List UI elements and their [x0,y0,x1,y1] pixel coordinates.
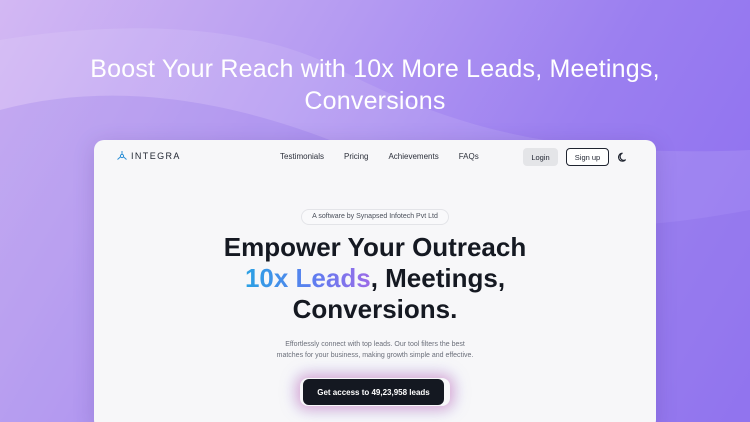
logo[interactable]: INTEGRA [116,150,181,162]
signup-button[interactable]: Sign up [566,148,609,166]
headline-line-2-rest: , Meetings, [370,263,506,293]
main-headline-line-1: Empower Your Outreach [223,232,527,262]
navbar: INTEGRA Testimonials Pricing Achievement… [94,140,656,174]
hero-headline-line-1: Boost Your Reach with 10x More Leads, Me… [90,55,660,83]
integra-logo-icon [117,151,127,160]
hero-headline: Boost Your Reach with 10x More Leads, Me… [0,53,750,117]
website-preview-card: INTEGRA Testimonials Pricing Achievement… [94,140,656,422]
badge: A software by Synapsed Infotech Pvt Ltd [301,209,449,225]
main-headline-line-3: Conversions. [292,294,458,324]
headline-highlight: 10x Leads [244,263,371,293]
nav-link-testimonials[interactable]: Testimonials [280,152,324,161]
get-access-button[interactable]: Get access to 49,23,958 leads [303,379,444,405]
hero-headline-line-2: Conversions [304,87,446,115]
subtext: Effortlessly connect with top leads. Our… [265,339,485,361]
subtext-line-1: Effortlessly connect with top leads. Our… [285,341,465,348]
nav-links: Testimonials Pricing Achievements FAQs [280,152,499,161]
nav-link-achievements[interactable]: Achievements [388,152,438,161]
nav-link-pricing[interactable]: Pricing [344,152,368,161]
main-headline: Empower Your Outreach 10x Leads, Meeting… [94,232,656,325]
nav-link-faqs[interactable]: FAQs [459,152,479,161]
moon-icon[interactable] [617,151,629,163]
subtext-line-2: matches for your business, making growth… [276,352,474,359]
login-button[interactable]: Login [523,148,558,166]
logo-text: INTEGRA [131,151,181,161]
main-headline-line-2: 10x Leads, Meetings, [94,263,656,294]
